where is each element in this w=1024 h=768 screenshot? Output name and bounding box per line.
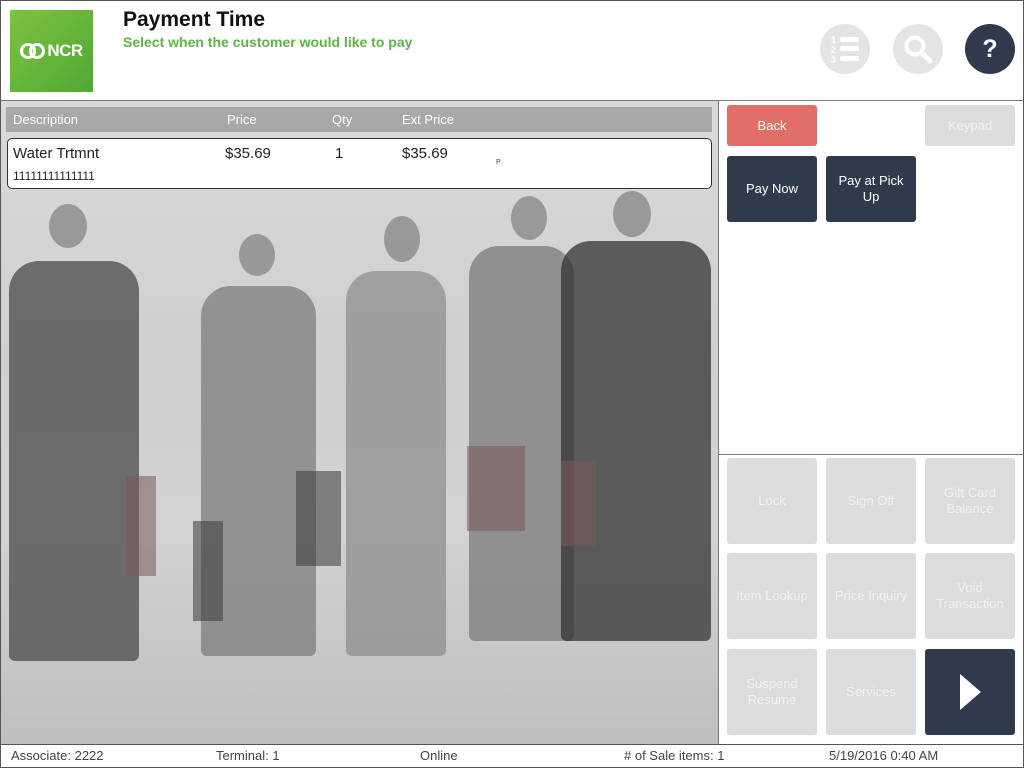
gift-card-balance-button[interactable]: Gift Card Balance <box>925 458 1015 544</box>
column-header-price: Price <box>227 112 257 127</box>
pay-now-button[interactable]: Pay Now <box>727 156 817 222</box>
page-subtitle: Select when the customer would like to p… <box>123 34 413 50</box>
sign-off-button[interactable]: Sign Off <box>826 458 916 544</box>
action-panel: Back Keypad Pay Now Pay at Pick Up Lock … <box>718 101 1024 744</box>
ncr-rings-icon <box>20 43 46 59</box>
search-icon <box>904 35 933 64</box>
price-inquiry-button[interactable]: Price Inquiry <box>826 553 916 639</box>
help-icon: ? <box>982 34 998 63</box>
header-bar: NCR Payment Time Select when the custome… <box>0 0 1024 101</box>
back-button[interactable]: Back <box>727 105 817 146</box>
services-button[interactable]: Services <box>826 649 916 735</box>
pay-at-pickup-button[interactable]: Pay at Pick Up <box>826 156 916 222</box>
help-button[interactable]: ? <box>965 24 1015 74</box>
connection-status: Online <box>420 748 458 763</box>
status-bar: Associate: 2222 Terminal: 1 Online # of … <box>0 744 1024 768</box>
item-price: $35.69 <box>225 145 271 162</box>
item-code: 11111111111111 <box>13 169 95 183</box>
item-description: Water Trtmnt <box>13 145 100 162</box>
background-photo <box>1 101 718 744</box>
ncr-logo: NCR <box>10 10 93 92</box>
panel-divider <box>719 454 1024 455</box>
terminal-status: Terminal: 1 <box>216 748 280 763</box>
item-ext-price: $35.69 <box>402 145 448 162</box>
suspend-resume-button[interactable]: Suspend Resume <box>727 649 817 735</box>
datetime: 5/19/2016 0:40 AM <box>829 748 939 763</box>
transaction-area: Description Price Qty Ext Price Water Tr… <box>0 101 718 744</box>
column-header-qty: Qty <box>332 112 353 127</box>
table-header: Description Price Qty Ext Price <box>6 107 712 132</box>
associate-status: Associate: 2222 <box>11 748 104 763</box>
page-title: Payment Time <box>123 8 266 31</box>
svg-text:3: 3 <box>831 55 836 65</box>
keypad-button[interactable]: Keypad <box>925 105 1015 146</box>
void-transaction-button[interactable]: Void Transaction <box>925 553 1015 639</box>
logo-text: NCR <box>47 41 83 60</box>
numbered-list-icon: 1 2 3 <box>831 35 859 65</box>
lock-button[interactable]: Lock <box>727 458 817 544</box>
item-flag: P <box>496 159 501 166</box>
table-row[interactable]: Water Trtmnt $35.69 1 $35.69 11111111111… <box>7 138 712 189</box>
svg-text:2: 2 <box>831 45 836 55</box>
column-header-description: Description <box>13 112 79 127</box>
item-qty: 1 <box>335 145 344 162</box>
search-button[interactable] <box>893 24 943 74</box>
column-header-ext-price: Ext Price <box>402 112 455 127</box>
numbered-list-button[interactable]: 1 2 3 <box>820 24 870 74</box>
svg-text:1: 1 <box>831 35 836 45</box>
next-page-button[interactable] <box>925 649 1015 735</box>
item-lookup-button[interactable]: Item Lookup <box>727 553 817 639</box>
chevron-right-icon <box>960 674 981 710</box>
sale-items-count: # of Sale items: 1 <box>624 748 725 763</box>
